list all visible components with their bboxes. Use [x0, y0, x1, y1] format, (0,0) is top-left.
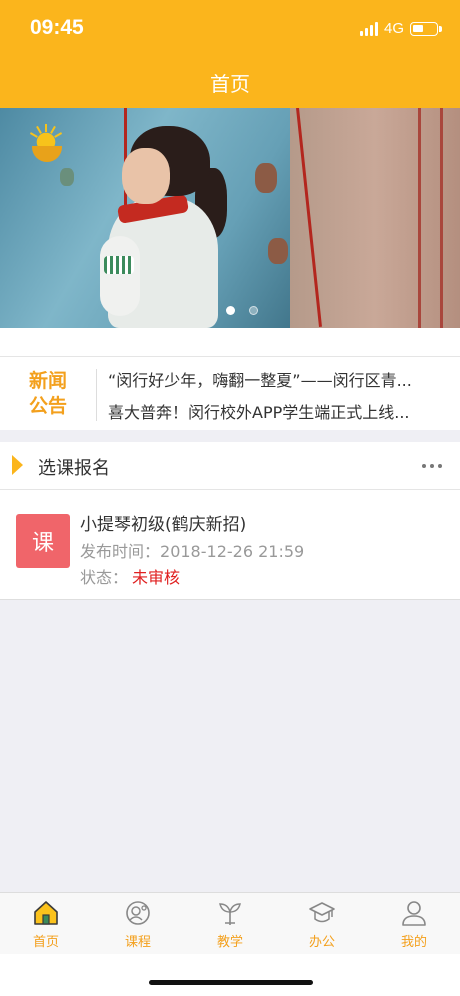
carousel-dot[interactable] [226, 306, 235, 315]
news-item[interactable]: 喜大普奔！闵行校外APP学生端正式上线... [108, 399, 428, 423]
triangle-marker-icon [12, 455, 23, 475]
banner-figure [122, 148, 170, 204]
bottom-tab-bar: 首页 课程 教学 办公 我的 [0, 892, 460, 954]
person-icon [402, 901, 426, 926]
publish-time-label: 发布时间： [80, 542, 161, 561]
status-label: 状态： [80, 568, 129, 587]
spacer [0, 328, 460, 356]
publish-time-value: 2018-12-26 21:59 [160, 542, 305, 561]
more-icon[interactable] [422, 464, 442, 468]
tab-label: 办公 [308, 935, 335, 950]
news-bulletin: 新闻公告 “闵行好少年，嗨翻一整夏”——闵行区青... 喜大普奔！闵行校外APP… [0, 356, 460, 430]
course-icon [126, 901, 150, 925]
carousel-indicator [226, 306, 258, 315]
course-card[interactable]: 课 小提琴初级(鹤庆新招) 发布时间：2018-12-26 21:59 状态：未… [0, 490, 460, 600]
course-status: 状态： 未审核 [80, 564, 180, 588]
rope [418, 108, 421, 328]
home-indicator-area [0, 954, 460, 996]
news-item[interactable]: “闵行好少年，嗨翻一整夏”——闵行区青... [108, 367, 428, 391]
news-tag: 新闻公告 [28, 370, 67, 417]
carousel-dot[interactable] [249, 306, 258, 315]
banner-figure [104, 256, 134, 274]
section-header: 选课报名 [0, 442, 460, 490]
banner-figure [100, 236, 140, 316]
status-value: 未审核 [132, 568, 181, 587]
tab-label: 教学 [216, 935, 243, 950]
page-title: 首页 [210, 72, 250, 96]
status-time: 09:45 [30, 16, 84, 39]
tab-office[interactable]: 办公 [276, 893, 368, 954]
section-title: 选课报名 [38, 458, 110, 479]
top-header: 09:45 4G 首页 [0, 0, 460, 108]
tab-teaching[interactable]: 教学 [184, 893, 276, 954]
tab-label: 我的 [400, 935, 427, 950]
graduation-cap-icon [309, 902, 335, 923]
divider [96, 369, 97, 421]
publish-time: 发布时间：2018-12-26 21:59 [80, 538, 304, 562]
status-indicators: 4G [359, 20, 442, 37]
app-screen: 09:45 4G 首页 新闻公告 “闵行好少年，嗨翻一整夏”——闵行区青... … [0, 0, 460, 996]
climbing-hold [255, 163, 277, 193]
signal-icon [359, 21, 378, 36]
banner-carousel[interactable] [0, 108, 460, 328]
tab-course[interactable]: 课程 [92, 893, 184, 954]
climbing-hold [268, 238, 288, 264]
network-type: 4G [383, 20, 404, 37]
tab-label: 课程 [124, 935, 151, 950]
organization-logo [22, 124, 72, 184]
battery-icon [410, 21, 442, 36]
tab-mine[interactable]: 我的 [368, 893, 460, 954]
rope [440, 108, 443, 328]
course-badge: 课 [16, 514, 70, 568]
home-indicator[interactable] [149, 980, 313, 985]
sprout-icon [219, 903, 241, 925]
home-icon [34, 901, 58, 925]
course-title: 小提琴初级(鹤庆新招) [80, 515, 247, 535]
tab-label: 首页 [32, 935, 59, 950]
tab-home[interactable]: 首页 [0, 893, 92, 954]
